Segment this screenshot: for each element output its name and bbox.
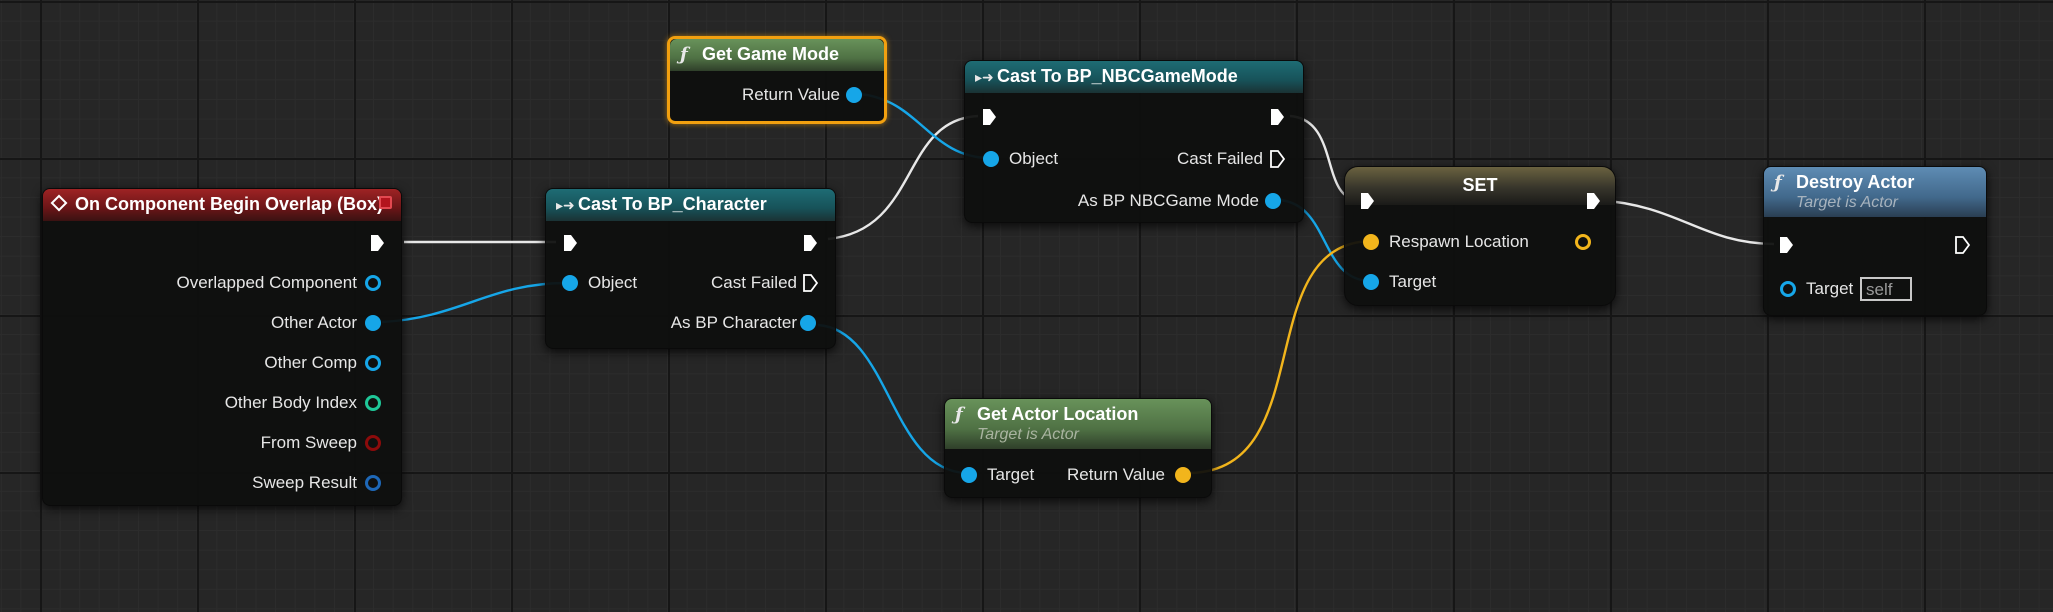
pin-label-other-actor: Other Actor <box>271 313 357 332</box>
node-header[interactable]: ƒ Get Actor Location Target is Actor <box>945 399 1211 449</box>
cast-to-bp-character-node[interactable]: ▸➜ Cast To BP_Character Object Cast Faile… <box>545 188 836 349</box>
pin-label-target: Target <box>1389 272 1437 291</box>
cast-icon: ▸➜ <box>975 70 994 86</box>
pin-label-return-value: Return Value <box>1067 465 1165 484</box>
node-title: SET <box>1462 175 1498 195</box>
vector-wire <box>1189 239 1371 475</box>
object-wire <box>381 281 567 324</box>
pin-label-object: Object <box>588 273 638 292</box>
object-pin-icon[interactable] <box>1780 281 1796 297</box>
pin-label-return-value: Return Value <box>742 85 840 104</box>
cast-to-bp-nbcgamemode-node[interactable]: ▸➜ Cast To BP_NBCGameMode Object Cast Fai… <box>964 60 1304 223</box>
function-icon: ƒ <box>680 44 688 65</box>
exec-out-pin[interactable] <box>369 233 385 253</box>
pin-label-as-bp-character: As BP Character <box>670 313 797 332</box>
object-pin-icon[interactable] <box>800 315 816 331</box>
vector-pin-icon[interactable] <box>1575 234 1591 250</box>
object-pin-icon[interactable] <box>562 275 578 291</box>
node-header[interactable]: ▸➜ Cast To BP_NBCGameMode <box>965 61 1303 93</box>
object-pin-icon[interactable] <box>1363 274 1379 290</box>
node-title: Cast To BP_NBCGameMode <box>997 66 1238 86</box>
object-pin-icon[interactable] <box>365 275 381 291</box>
pin-label-other-body-index: Other Body Index <box>224 393 357 412</box>
pin-label-target: Target <box>987 465 1035 484</box>
pin-label-cast-failed: Cast Failed <box>1177 149 1263 168</box>
exec-in-pin[interactable] <box>1778 235 1794 255</box>
node-title: On Component Begin Overlap (Box) <box>75 194 384 214</box>
node-subtitle: Target is Actor <box>977 426 1079 443</box>
set-variable-node[interactable]: SET Respawn Location Target <box>1344 166 1616 306</box>
object-pin-icon[interactable] <box>365 355 381 371</box>
pin-label-from-sweep: From Sweep <box>260 433 357 452</box>
destroy-actor-node[interactable]: ƒ Destroy Actor Target is Actor Target se… <box>1763 166 1987 316</box>
node-header[interactable]: SET <box>1345 167 1615 205</box>
exec-in-pin[interactable] <box>1359 191 1375 211</box>
pin-label-sweep-result: Sweep Result <box>252 473 357 492</box>
object-pin-icon[interactable] <box>1265 193 1281 209</box>
pin-label-other-comp: Other Comp <box>264 353 357 372</box>
vector-pin-icon[interactable] <box>1175 467 1191 483</box>
exec-out-pin[interactable] <box>1269 107 1285 127</box>
struct-pin-icon[interactable] <box>365 475 381 491</box>
delegate-pin-icon[interactable] <box>379 196 392 209</box>
object-pin-icon[interactable] <box>365 315 381 331</box>
get-actor-location-node[interactable]: ƒ Get Actor Location Target is Actor Targ… <box>944 398 1212 498</box>
exec-out-pin[interactable] <box>1585 191 1601 211</box>
exec-out-pin[interactable] <box>1269 149 1285 169</box>
exec-in-pin[interactable] <box>981 107 997 127</box>
get-game-mode-node[interactable]: ƒ Get Game Mode Return Value <box>667 36 887 124</box>
exec-out-pin[interactable] <box>1954 235 1970 255</box>
pin-label-object: Object <box>1009 149 1059 168</box>
event-icon <box>50 194 68 212</box>
pin-label-cast-failed: Cast Failed <box>711 273 797 292</box>
boolean-pin-icon[interactable] <box>365 435 381 451</box>
exec-in-pin[interactable] <box>562 233 578 253</box>
on-component-begin-overlap-node[interactable]: On Component Begin Overlap (Box) Overlap… <box>42 188 402 506</box>
function-icon: ƒ <box>1774 172 1782 193</box>
pin-label-overlapped-component: Overlapped Component <box>176 273 357 292</box>
cast-icon: ▸➜ <box>556 198 575 214</box>
node-title: Destroy Actor <box>1796 172 1915 192</box>
node-header[interactable]: ▸➜ Cast To BP_Character <box>546 189 835 221</box>
exec-out-pin[interactable] <box>802 233 818 253</box>
node-title: Cast To BP_Character <box>578 194 767 214</box>
node-title: Get Actor Location <box>977 404 1139 424</box>
target-default-field[interactable]: self <box>1860 277 1912 301</box>
object-pin-icon[interactable] <box>846 87 862 103</box>
exec-wire <box>827 114 979 241</box>
exec-out-pin[interactable] <box>802 273 818 293</box>
object-pin-icon[interactable] <box>961 467 977 483</box>
node-header[interactable]: On Component Begin Overlap (Box) <box>43 189 401 221</box>
pin-label-as-bp-nbcgame-mode: As BP NBCGame Mode <box>1077 191 1259 210</box>
integer-pin-icon[interactable] <box>365 395 381 411</box>
node-header[interactable]: ƒ Destroy Actor Target is Actor <box>1764 167 1986 217</box>
function-icon: ƒ <box>955 404 963 425</box>
pin-label-target: Target <box>1806 279 1854 298</box>
node-title: Get Game Mode <box>702 44 840 64</box>
vector-pin-icon[interactable] <box>1363 234 1379 250</box>
object-pin-icon[interactable] <box>983 151 999 167</box>
pin-label-respawn-location: Respawn Location <box>1389 232 1529 251</box>
node-header[interactable]: ƒ Get Game Mode <box>670 39 884 71</box>
node-subtitle: Target is Actor <box>1796 194 1898 211</box>
exec-wire <box>1595 198 1775 246</box>
